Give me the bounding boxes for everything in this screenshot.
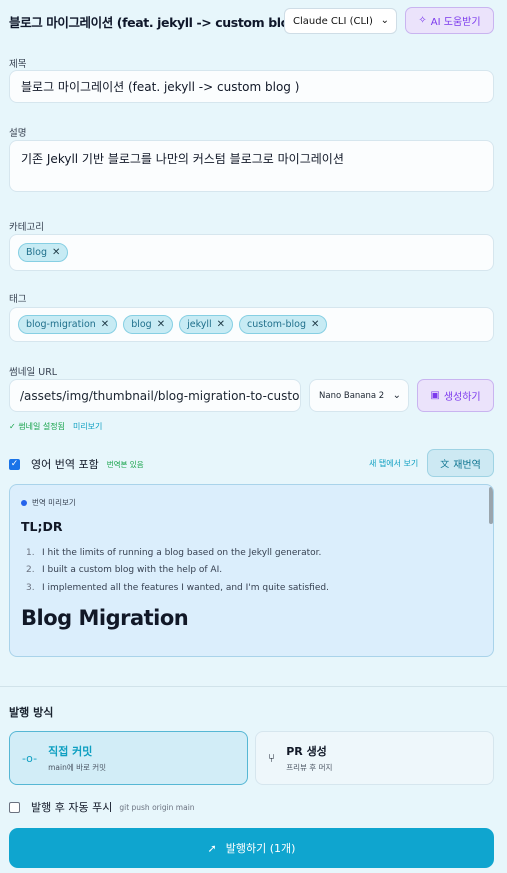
pull-request-icon: ⑂ [268, 751, 276, 765]
generate-thumbnail-button[interactable]: ▣ 생성하기 [417, 379, 494, 412]
remove-icon[interactable]: ✕ [52, 247, 60, 258]
tag-chip: jekyll ✕ [179, 315, 234, 334]
list-item: 2. I built a custom blog with the help o… [26, 565, 223, 576]
direct-commit-option[interactable]: -o- 직접 커밋 main에 바로 커밋 [9, 731, 248, 785]
tag-chip-label: custom-blog [247, 319, 306, 330]
auto-push-checkbox[interactable] [9, 801, 20, 813]
list-item-text: I implemented all the features I wanted,… [42, 582, 329, 593]
ai-help-button[interactable]: ✧ AI 도움받기 [405, 7, 494, 34]
translation-badge: 번역본 있음 [106, 459, 144, 469]
page-title: 블로그 마이그레이션 (feat. jekyll -> custom blog … [9, 14, 307, 30]
preview-scrollbar[interactable] [489, 487, 493, 524]
tag-chip-label: blog-migration [26, 319, 96, 330]
thumbnail-preview-link[interactable]: 미리보기 [73, 421, 102, 432]
thumbnail-status-text: 썸네일 설정됨 [18, 422, 65, 431]
thumbnail-url-value: /assets/img/thumbnail/blog-migration-to-… [20, 388, 301, 403]
tags-field[interactable]: blog-migration ✕ blog ✕ jekyll ✕ custom-… [9, 307, 494, 342]
remove-icon[interactable]: ✕ [157, 319, 165, 330]
list-item-text: I hit the limits of running a blog based… [42, 547, 322, 558]
publish-button[interactable]: ➚ 발행하기 (1개) [9, 828, 494, 868]
auto-push-label: 발행 후 자동 푸시 [31, 801, 113, 814]
category-chip: Blog ✕ [18, 243, 69, 262]
mode-desc: 프리뷰 후 머지 [286, 763, 333, 772]
category-field[interactable]: Blog ✕ [9, 234, 494, 271]
publish-section-title: 발행 방식 [9, 706, 54, 719]
tag-chip: blog ✕ [123, 315, 174, 334]
image-icon: ▣ [430, 390, 440, 401]
title-field[interactable]: 블로그 마이그레이션 (feat. jekyll -> custom blog … [9, 70, 494, 103]
chevron-down-icon: ⌄ [380, 15, 389, 26]
title-value: 블로그 마이그레이션 (feat. jekyll -> custom blog … [21, 80, 300, 94]
preview-heading: Blog Migration [21, 606, 189, 630]
check-icon: ✓ [9, 422, 16, 431]
remove-icon[interactable]: ✕ [217, 319, 225, 330]
thumbnail-status: ✓ 썸네일 설정됨 미리보기 [9, 421, 102, 432]
auto-push-row: 발행 후 자동 푸시 git push origin main [9, 799, 195, 815]
sparkle-icon: ✧ [418, 15, 427, 26]
description-value: 기존 Jekyll 기반 블로그를 나만의 커스텀 블로그로 마이그레이션 [21, 152, 344, 166]
translate-label: 영어 번역 포함 [31, 458, 99, 471]
status-dot-icon [21, 499, 27, 506]
create-pr-option[interactable]: ⑂ PR 생성 프리뷰 후 머지 [255, 731, 494, 785]
tag-chip-label: jekyll [187, 319, 212, 330]
image-model-select[interactable]: Nano Banana 2 ⌄ [309, 379, 409, 412]
tag-chip: custom-blog ✕ [239, 315, 328, 334]
tag-chip: blog-migration ✕ [18, 315, 118, 334]
auto-push-hint: git push origin main [119, 802, 195, 812]
list-item: 1. I hit the limits of running a blog ba… [26, 547, 322, 558]
tldr-heading: TL;DR [21, 519, 63, 534]
category-chip-label: Blog [26, 247, 47, 258]
remove-icon[interactable]: ✕ [101, 319, 109, 330]
tldr-list: 1. I hit the limits of running a blog ba… [21, 544, 329, 597]
mode-desc: main에 바로 커밋 [48, 763, 107, 772]
remove-icon[interactable]: ✕ [311, 319, 319, 330]
tags-label: 태그 [9, 294, 27, 305]
model-select[interactable]: Claude CLI (CLI) ⌄ [284, 8, 397, 34]
tag-chip-label: blog [131, 319, 152, 330]
image-model-value: Nano Banana 2 [319, 390, 385, 401]
chevron-down-icon: ⌄ [392, 390, 401, 401]
translate-checkbox[interactable]: ✓ [9, 458, 20, 470]
mode-name: 직접 커밋 [48, 745, 93, 758]
model-select-value: Claude CLI (CLI) [293, 15, 373, 27]
publish-button-label: 발행하기 (1개) [225, 842, 296, 855]
rocket-icon: ➚ [207, 841, 217, 855]
preview-header: 번역 미리보기 [21, 497, 76, 508]
thumbnail-url-input[interactable]: /assets/img/thumbnail/blog-migration-to-… [9, 379, 301, 412]
ai-help-label: AI 도움받기 [430, 17, 481, 28]
list-item-text: I built a custom blog with the help of A… [42, 565, 223, 576]
retranslate-button[interactable]: 文 재번역 [427, 449, 494, 477]
category-label: 카테고리 [9, 222, 44, 233]
open-new-tab-link[interactable]: 새 탭에서 보기 [369, 458, 418, 469]
mode-name: PR 생성 [286, 745, 327, 758]
translate-icon: 文 [440, 459, 450, 470]
list-item: 3. I implemented all the features I want… [26, 582, 329, 593]
preview-header-label: 번역 미리보기 [32, 498, 76, 507]
description-field[interactable]: 기존 Jekyll 기반 블로그를 나만의 커스텀 블로그로 마이그레이션 [9, 140, 494, 192]
translation-preview[interactable]: 번역 미리보기 TL;DR 1. I hit the limits of run… [9, 484, 494, 657]
retranslate-label: 재번역 [453, 459, 481, 471]
generate-label: 생성하기 [443, 392, 481, 403]
description-label: 설명 [9, 128, 27, 139]
section-divider [0, 686, 507, 687]
thumbnail-label: 썸네일 URL [9, 367, 58, 378]
title-label: 제목 [9, 59, 27, 70]
commit-icon: -o- [22, 751, 38, 765]
translation-row: ✓ 영어 번역 포함 번역본 있음 새 탭에서 보기 文 재번역 [9, 449, 494, 477]
